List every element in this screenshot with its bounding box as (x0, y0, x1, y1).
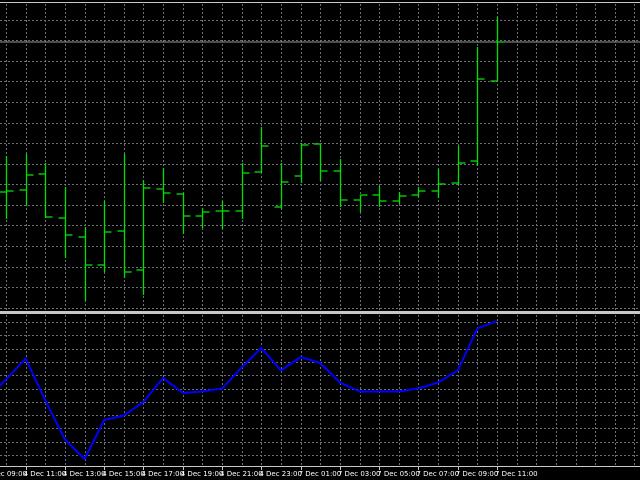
trading-chart[interactable]: 4 Dec 09:004 Dec 11:004 Dec 13:004 Dec 1… (0, 0, 640, 480)
ohlc-bar (38, 163, 53, 218)
ohlc-bar (176, 193, 191, 234)
time-label: 4 Dec 13:00 (63, 470, 106, 478)
grid (0, 2, 640, 466)
ohlc-bar (156, 168, 171, 203)
pane-separator (0, 311, 640, 314)
ohlc-bar (136, 180, 151, 295)
time-label: 4 Dec 15:00 (102, 470, 145, 478)
price-bars (0, 17, 505, 301)
ohlc-bar (19, 154, 34, 206)
ohlc-bar (313, 143, 328, 181)
chart-canvas[interactable]: 4 Dec 09:004 Dec 11:004 Dec 13:004 Dec 1… (0, 0, 640, 480)
time-label: 7 Dec 01:00 (299, 470, 342, 478)
time-axis: 4 Dec 09:004 Dec 11:004 Dec 13:004 Dec 1… (0, 466, 640, 478)
ohlc-bar (411, 187, 426, 197)
time-label: 4 Dec 11:00 (24, 470, 67, 478)
ohlc-bar (117, 154, 132, 278)
ohlc-bar (451, 146, 466, 185)
time-label: 4 Dec 21:00 (220, 470, 263, 478)
ohlc-bar (392, 192, 407, 204)
ohlc-bar (490, 17, 505, 82)
time-label: 4 Dec 19:00 (181, 470, 224, 478)
ohlc-bar (0, 156, 14, 219)
ohlc-bar (58, 187, 73, 258)
ohlc-bar (294, 143, 309, 183)
ohlc-bar (431, 169, 446, 198)
time-label: 7 Dec 09:00 (456, 470, 499, 478)
ohlc-bar (97, 201, 112, 272)
ohlc-bar (470, 47, 485, 166)
ohlc-bar (372, 186, 387, 207)
time-label: 7 Dec 05:00 (377, 470, 420, 478)
time-label: 4 Dec 23:00 (259, 470, 302, 478)
time-label: 7 Dec 07:00 (416, 470, 459, 478)
ohlc-bar (353, 194, 368, 212)
time-label: 4 Dec 17:00 (141, 470, 184, 478)
time-label: 7 Dec 03:00 (338, 470, 381, 478)
ohlc-bar (235, 163, 250, 219)
ohlc-bar (78, 227, 93, 301)
ohlc-bar (333, 159, 348, 207)
ohlc-bar (274, 163, 289, 209)
ohlc-bar (254, 127, 269, 173)
time-label: 7 Dec 11:00 (495, 470, 538, 478)
